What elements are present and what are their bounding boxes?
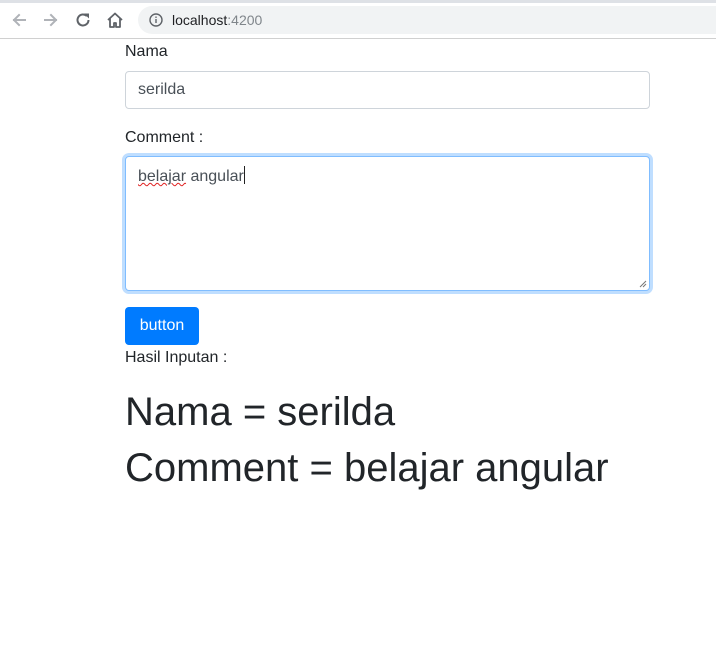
reload-button[interactable] — [71, 8, 95, 32]
result-nama-heading: Nama = serilda — [125, 390, 396, 434]
info-icon[interactable] — [148, 12, 164, 28]
url-host: localhost — [172, 12, 228, 28]
address-bar[interactable]: localhost:4200 — [138, 6, 716, 34]
result-label: Hasil Inputan : — [125, 349, 228, 366]
back-button[interactable] — [7, 8, 31, 32]
text-caret — [243, 166, 245, 184]
reload-icon — [76, 13, 90, 27]
comment-label: Comment : — [125, 129, 204, 146]
nama-input[interactable] — [125, 71, 650, 109]
browser-toolbar: localhost:4200 — [0, 0, 716, 39]
forward-button[interactable] — [39, 8, 63, 32]
arrow-right-icon — [44, 13, 58, 27]
result-comment-heading: Comment = belajar angular — [125, 446, 609, 490]
nama-label: Nama — [125, 43, 168, 60]
home-button[interactable] — [103, 8, 127, 32]
url-port: :4200 — [227, 12, 263, 28]
comment-textarea[interactable]: belajar angular — [125, 156, 650, 291]
home-icon — [107, 12, 123, 28]
submit-button[interactable]: button — [125, 307, 199, 345]
tab-strip-edge — [0, 0, 716, 3]
arrow-left-icon — [12, 13, 26, 27]
comment-text-misspelled: belajar — [138, 168, 187, 185]
url-text: localhost:4200 — [172, 12, 262, 28]
comment-text-rest: angular — [186, 168, 244, 185]
resize-grip-icon[interactable] — [639, 280, 647, 288]
